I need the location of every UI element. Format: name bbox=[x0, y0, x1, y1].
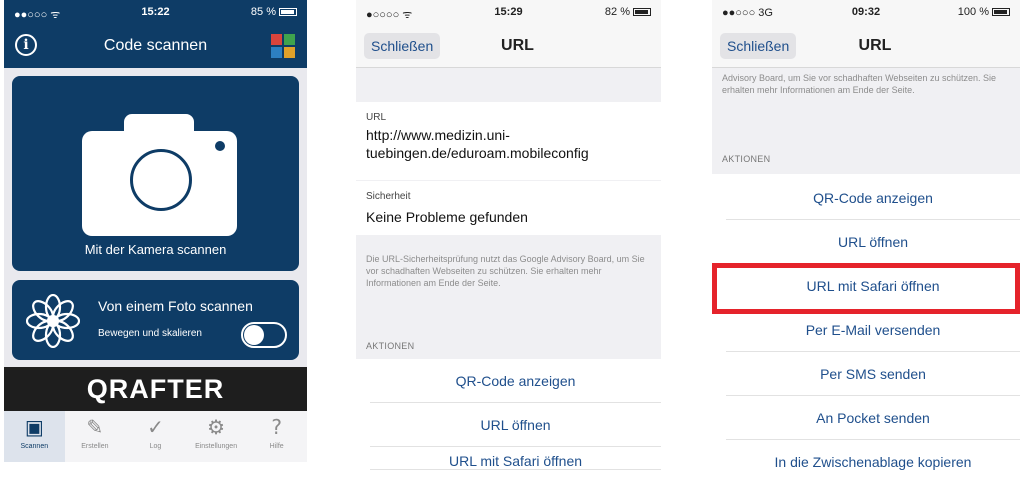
url-value: http://www.medizin.uni-tuebingen.de/edur… bbox=[366, 127, 589, 161]
phone-scan-icon: ▣ bbox=[24, 415, 44, 439]
action-copy-to-clipboard[interactable]: In die Zwischenablage kopieren bbox=[726, 440, 1020, 479]
navigation-bar: Schließen URL bbox=[712, 24, 1020, 68]
action-send-to-pocket[interactable]: An Pocket senden bbox=[726, 396, 1020, 440]
action-show-qr-code[interactable]: QR-Code anzeigen bbox=[726, 176, 1020, 220]
actions-header: AKTIONEN bbox=[366, 341, 415, 351]
battery-icon bbox=[633, 8, 651, 17]
security-label: Sicherheit bbox=[366, 191, 411, 202]
page-title: Code scannen bbox=[103, 37, 208, 54]
url-label: URL bbox=[366, 112, 387, 123]
battery-indicator: 82 % bbox=[605, 6, 651, 18]
action-open-url[interactable]: URL öffnen bbox=[370, 403, 661, 447]
check-circle-icon: ✓ bbox=[147, 415, 164, 439]
scan-with-camera-button[interactable]: Mit der Kamera scannen bbox=[12, 76, 299, 271]
tab-scannen[interactable]: ▣ Scannen bbox=[4, 411, 65, 462]
move-scale-label: Bewegen und skalieren bbox=[98, 328, 202, 339]
status-bar: ●●○○○ 3G 09:32 100 % bbox=[712, 0, 1020, 24]
status-bar: ●○○○○ ᯤ 15:29 82 % bbox=[356, 0, 661, 24]
action-open-url[interactable]: URL öffnen bbox=[726, 220, 1020, 264]
brand-banner: QRAFTER bbox=[4, 367, 307, 411]
security-footnote: Advisory Board, um Sie vor schadhaften W… bbox=[722, 73, 996, 95]
actions-header: AKTIONEN bbox=[722, 154, 771, 164]
help-icon: ? bbox=[271, 415, 282, 439]
camera-scan-label: Mit der Kamera scannen bbox=[84, 242, 227, 257]
flower-photo-icon bbox=[26, 294, 80, 348]
security-cell: Sicherheit Keine Probleme gefunden bbox=[356, 181, 661, 235]
action-send-sms[interactable]: Per SMS senden bbox=[726, 352, 1020, 396]
security-footnote: Die URL-Sicherheitsprüfung nutzt das Goo… bbox=[366, 254, 645, 288]
page-title: URL bbox=[858, 37, 892, 54]
action-open-in-safari[interactable]: URL mit Safari öffnen bbox=[726, 264, 1020, 312]
photo-scan-label: Von einem Foto scannen bbox=[98, 298, 253, 314]
status-bar: ●●○○○ ᯤ 15:22 85 % bbox=[4, 0, 307, 24]
camera-icon bbox=[82, 131, 237, 236]
tab-log[interactable]: ✓ Log bbox=[125, 411, 186, 462]
url-cell[interactable]: URL http://www.medizin.uni-tuebingen.de/… bbox=[356, 102, 661, 180]
phone-screen-url-detail: ●○○○○ ᯤ 15:29 82 % Schließen URL URL htt… bbox=[356, 0, 661, 470]
phone-screen-url-actions: ●●○○○ 3G 09:32 100 % Advisory Board, um … bbox=[712, 0, 1020, 479]
gear-icon: ⚙ bbox=[207, 415, 226, 439]
move-scale-toggle[interactable] bbox=[241, 322, 287, 348]
action-open-in-safari[interactable]: URL mit Safari öffnen bbox=[370, 447, 661, 470]
action-send-email[interactable]: Per E-Mail versenden bbox=[726, 308, 1020, 352]
navigation-bar: i Code scannen bbox=[4, 24, 307, 68]
navigation-bar: Schließen URL bbox=[356, 24, 661, 68]
page-title: URL bbox=[501, 37, 534, 54]
battery-indicator: 100 % bbox=[958, 6, 1010, 18]
battery-icon bbox=[992, 8, 1010, 17]
tab-erstellen[interactable]: ✎ Erstellen bbox=[65, 411, 126, 462]
battery-icon bbox=[279, 8, 297, 17]
tab-einstellungen[interactable]: ⚙ Einstellungen bbox=[186, 411, 247, 462]
scan-from-photo-button[interactable]: Von einem Foto scannen Bewegen und skali… bbox=[12, 280, 299, 360]
security-value: Keine Probleme gefunden bbox=[366, 209, 528, 225]
pencil-icon: ✎ bbox=[86, 415, 104, 439]
battery-indicator: 85 % bbox=[251, 6, 297, 18]
tab-bar: ▣ Scannen ✎ Erstellen ✓ Log ⚙ Einstellungen … bbox=[4, 411, 307, 462]
qr-app-icon[interactable] bbox=[271, 34, 295, 58]
tab-hilfe[interactable]: ? Hilfe bbox=[246, 411, 307, 462]
phone-screen-scan: ●●○○○ ᯤ 15:22 85 % i Code scannen Mit de… bbox=[4, 0, 307, 462]
action-show-qr-code[interactable]: QR-Code anzeigen bbox=[370, 359, 661, 403]
